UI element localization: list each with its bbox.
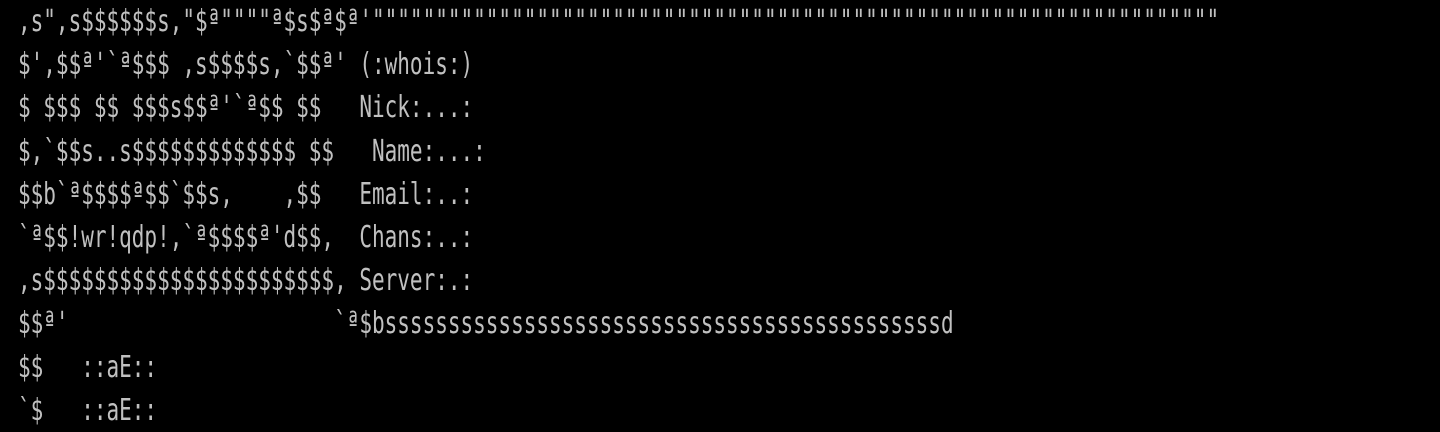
terminal-line-7: ,s$$$$$$$$$$$$$$$$$$$$$$$, Server:.: — [18, 263, 474, 299]
terminal-line-4: $,`$$s..s$$$$$$$$$$$$$ $$ Name:...: — [18, 133, 486, 169]
terminal-line-8: $$ª' `ª$bsssssssssssssssssssssssssssssss… — [18, 306, 954, 342]
terminal-line-9: $$ ::aE:: — [18, 349, 158, 385]
terminal-screen: ,s",s$$$$$$s,"$ª""""ª$s$ª$ª'""""""""""""… — [0, 0, 1440, 432]
terminal-line-2: $',$$ª'`ª$$$ ,s$$$$s,`$$ª' (:whois:) — [18, 47, 474, 83]
terminal-line-3: $ $$$ $$ $$$s$$ª'`ª$$ $$ Nick:...: — [18, 90, 474, 126]
terminal-line-5: $$b`ª$$$$ª$$`$$s, ,$$ Email:..: — [18, 176, 474, 212]
terminal-line-1: ,s",s$$$$$$s,"$ª""""ª$s$ª$ª'""""""""""""… — [18, 4, 1220, 39]
terminal-line-6: `ª$$!wr!qdp!,`ª$$$$ª'd$$, Chans:..: — [18, 219, 474, 255]
terminal-line-10: `$ ::aE:: — [18, 392, 158, 428]
ascii-art-whois-banner: ,s",s$$$$$$s,"$ª""""ª$s$ª$ª'""""""""""""… — [18, 0, 1440, 432]
